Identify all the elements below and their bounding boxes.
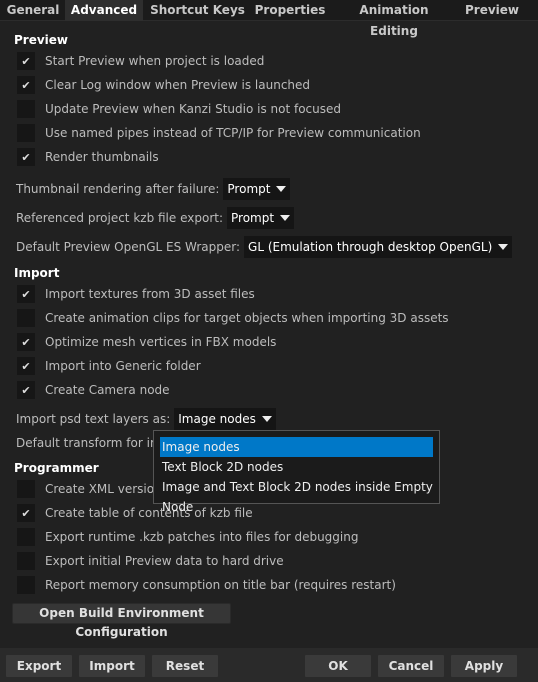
export-button[interactable]: Export [5, 654, 73, 678]
checkbox-row[interactable]: Update Preview when Kanzi Studio is not … [17, 100, 341, 118]
checkbox-unchecked[interactable] [17, 552, 35, 570]
checkbox-label: Create table of contents of kzb file [45, 506, 253, 520]
import-button[interactable]: Import [78, 654, 146, 678]
checkbox-label: Use named pipes instead of TCP/IP for Pr… [45, 126, 421, 140]
import-section-header: Import [14, 266, 60, 280]
dropdown-value: Prompt [227, 182, 271, 196]
checkbox-label: Create animation clips for target object… [45, 311, 449, 325]
cancel-button[interactable]: Cancel [377, 654, 445, 678]
checkbox-row[interactable]: ✔ Optimize mesh vertices in FBX models [17, 333, 276, 351]
preview-section-header: Preview [14, 33, 69, 47]
checkbox-row[interactable]: Use named pipes instead of TCP/IP for Pr… [17, 124, 421, 142]
chevron-down-icon [261, 416, 272, 422]
checkbox-label: Import into Generic folder [45, 359, 201, 373]
checkbox-row[interactable]: ✔ Start Preview when project is loaded [17, 52, 264, 70]
checkbox-checked[interactable]: ✔ [17, 285, 35, 303]
reset-button[interactable]: Reset [151, 654, 219, 678]
checkbox-checked[interactable]: ✔ [17, 504, 35, 522]
checkbox-row[interactable]: ✔ Create table of contents of kzb file [17, 504, 253, 522]
tab-animation-editing[interactable]: Animation Editing [334, 0, 454, 38]
checkbox-unchecked[interactable] [17, 124, 35, 142]
checkbox-row[interactable]: ✔ Import textures from 3D asset files [17, 285, 255, 303]
checkbox-checked[interactable]: ✔ [17, 76, 35, 94]
chevron-down-icon [498, 244, 509, 250]
checkbox-label: Report memory consumption on title bar (… [45, 578, 396, 592]
check-icon: ✔ [21, 506, 31, 520]
checkbox-label: Create XML version ( [45, 482, 171, 496]
psd-dropdown-popup: Image nodes Text Block 2D nodes Image an… [153, 430, 440, 514]
tab-preview[interactable]: Preview [458, 0, 526, 21]
dropdown-option[interactable]: Text Block 2D nodes [160, 457, 433, 477]
dropdown-option[interactable]: Image and Text Block 2D nodes inside Emp… [160, 477, 433, 514]
checkbox-label: Export runtime .kzb patches into files f… [45, 530, 359, 544]
checkbox-label: Optimize mesh vertices in FBX models [45, 335, 277, 349]
checkbox-checked[interactable]: ✔ [17, 357, 35, 375]
checkbox-row[interactable]: Export runtime .kzb patches into files f… [17, 528, 358, 546]
checkbox-row[interactable]: ✔ Import into Generic folder [17, 357, 201, 375]
checkbox-checked[interactable]: ✔ [17, 381, 35, 399]
checkbox-label: Clear Log window when Preview is launche… [45, 78, 311, 92]
checkbox-checked[interactable]: ✔ [17, 333, 35, 351]
open-build-environment-button[interactable]: Open Build Environment Configuration [12, 603, 231, 639]
tab-properties[interactable]: Properties [250, 0, 330, 21]
check-icon: ✔ [21, 287, 31, 301]
dropdown-option[interactable]: Image nodes [160, 437, 433, 457]
tab-shortcut-keys[interactable]: Shortcut Keys [150, 0, 245, 21]
checkbox-unchecked[interactable] [17, 100, 35, 118]
checkbox-unchecked[interactable] [17, 480, 35, 498]
checkbox-label: Import textures from 3D asset files [45, 287, 255, 301]
checkbox-row[interactable]: Create XML version ( [17, 480, 170, 498]
chevron-down-icon [280, 215, 291, 221]
checkbox-row[interactable]: Create animation clips for target object… [17, 309, 449, 327]
checkbox-unchecked[interactable] [17, 528, 35, 546]
checkbox-row[interactable]: ✔ Create Camera node [17, 381, 170, 399]
check-icon: ✔ [21, 359, 31, 373]
kzb-export-dropdown[interactable]: Prompt [227, 207, 295, 229]
psd-text-layers-field: Import psd text layers as: Image nodes [16, 408, 276, 430]
dropdown-value: GL (Emulation through desktop OpenGL) [248, 240, 493, 254]
checkbox-unchecked[interactable] [17, 576, 35, 594]
checkbox-checked[interactable]: ✔ [17, 148, 35, 166]
tab-advanced[interactable]: Advanced [65, 0, 143, 21]
checkbox-checked[interactable]: ✔ [17, 52, 35, 70]
opengl-wrapper-dropdown[interactable]: GL (Emulation through desktop OpenGL) [244, 236, 513, 258]
checkbox-row[interactable]: ✔ Render thumbnails [17, 148, 159, 166]
dropdown-value: Prompt [231, 211, 275, 225]
checkbox-label: Start Preview when project is loaded [45, 54, 265, 68]
tab-bar: General Advanced Shortcut Keys Propertie… [0, 0, 538, 38]
check-icon: ✔ [21, 383, 31, 397]
checkbox-row[interactable]: Export initial Preview data to hard driv… [17, 552, 284, 570]
tab-general[interactable]: General [2, 0, 64, 21]
thumbnail-failure-field: Thumbnail rendering after failure: Prompt [16, 178, 291, 200]
ok-button[interactable]: OK [304, 654, 372, 678]
programmer-section-header: Programmer [14, 461, 99, 475]
field-label: Thumbnail rendering after failure: [16, 182, 220, 196]
checkbox-label: Update Preview when Kanzi Studio is not … [45, 102, 342, 116]
kzb-export-field: Referenced project kzb file export: Promp… [16, 207, 295, 229]
opengl-wrapper-field: Default Preview OpenGL ES Wrapper: GL (Em… [16, 236, 513, 258]
checkbox-row[interactable]: Report memory consumption on title bar (… [17, 576, 396, 594]
checkbox-label: Render thumbnails [45, 150, 159, 164]
check-icon: ✔ [21, 150, 31, 164]
checkbox-label: Export initial Preview data to hard driv… [45, 554, 284, 568]
check-icon: ✔ [21, 78, 31, 92]
chevron-down-icon [276, 186, 287, 192]
apply-button[interactable]: Apply [450, 654, 518, 678]
field-label: Default Preview OpenGL ES Wrapper: [16, 240, 241, 254]
thumbnail-failure-dropdown[interactable]: Prompt [223, 178, 291, 200]
psd-text-layers-dropdown[interactable]: Image nodes [174, 408, 276, 430]
checkbox-unchecked[interactable] [17, 309, 35, 327]
dropdown-value: Image nodes [178, 412, 256, 426]
field-label: Referenced project kzb file export: [16, 211, 224, 225]
checkbox-label: Create Camera node [45, 383, 170, 397]
check-icon: ✔ [21, 54, 31, 68]
field-label: Import psd text layers as: [16, 412, 171, 426]
check-icon: ✔ [21, 335, 31, 349]
checkbox-row[interactable]: ✔ Clear Log window when Preview is launch… [17, 76, 310, 94]
